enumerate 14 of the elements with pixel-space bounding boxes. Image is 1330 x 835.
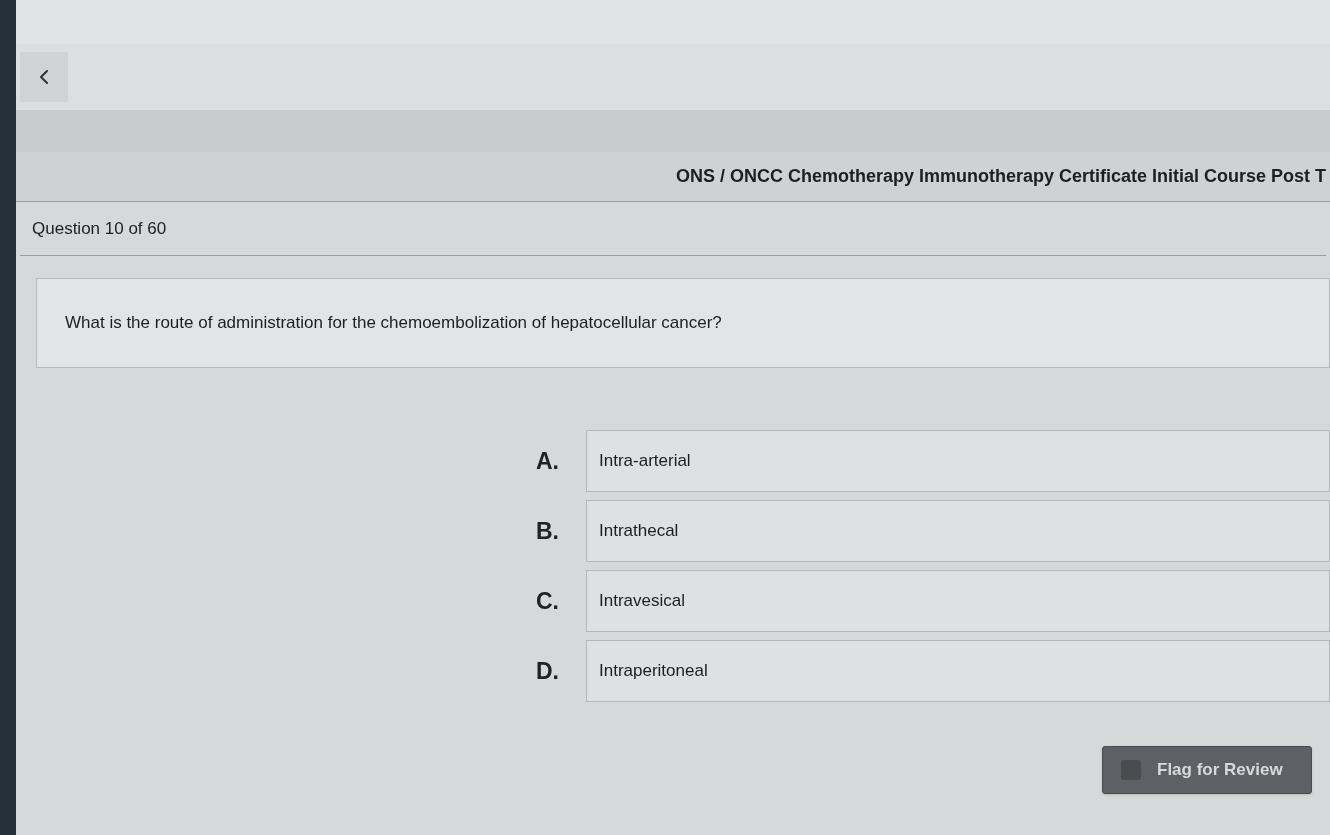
option-letter: B.	[536, 516, 559, 546]
option-letter: A.	[536, 446, 559, 476]
option-letter: C.	[536, 586, 559, 616]
answer-option[interactable]: Intrathecal	[586, 500, 1330, 562]
chevron-left-icon	[40, 70, 48, 84]
course-title: ONS / ONCC Chemotherapy Immunotherapy Certificate Initial Course Post T	[675, 165, 1327, 188]
answer-option[interactable]: Intra-arterial	[586, 430, 1330, 492]
answer-option[interactable]: Intraperitoneal	[586, 640, 1330, 702]
question-counter: Question 10 of 60	[32, 217, 167, 240]
answer-option[interactable]: Intravesical	[586, 570, 1330, 632]
option-letter: D.	[536, 656, 559, 686]
flag-for-review-button[interactable]: Flag for Review	[1102, 746, 1312, 794]
question-text: What is the route of administration for the chemoembolization of hepatocellular cancer?	[65, 312, 722, 335]
back-button[interactable]	[20, 52, 68, 102]
